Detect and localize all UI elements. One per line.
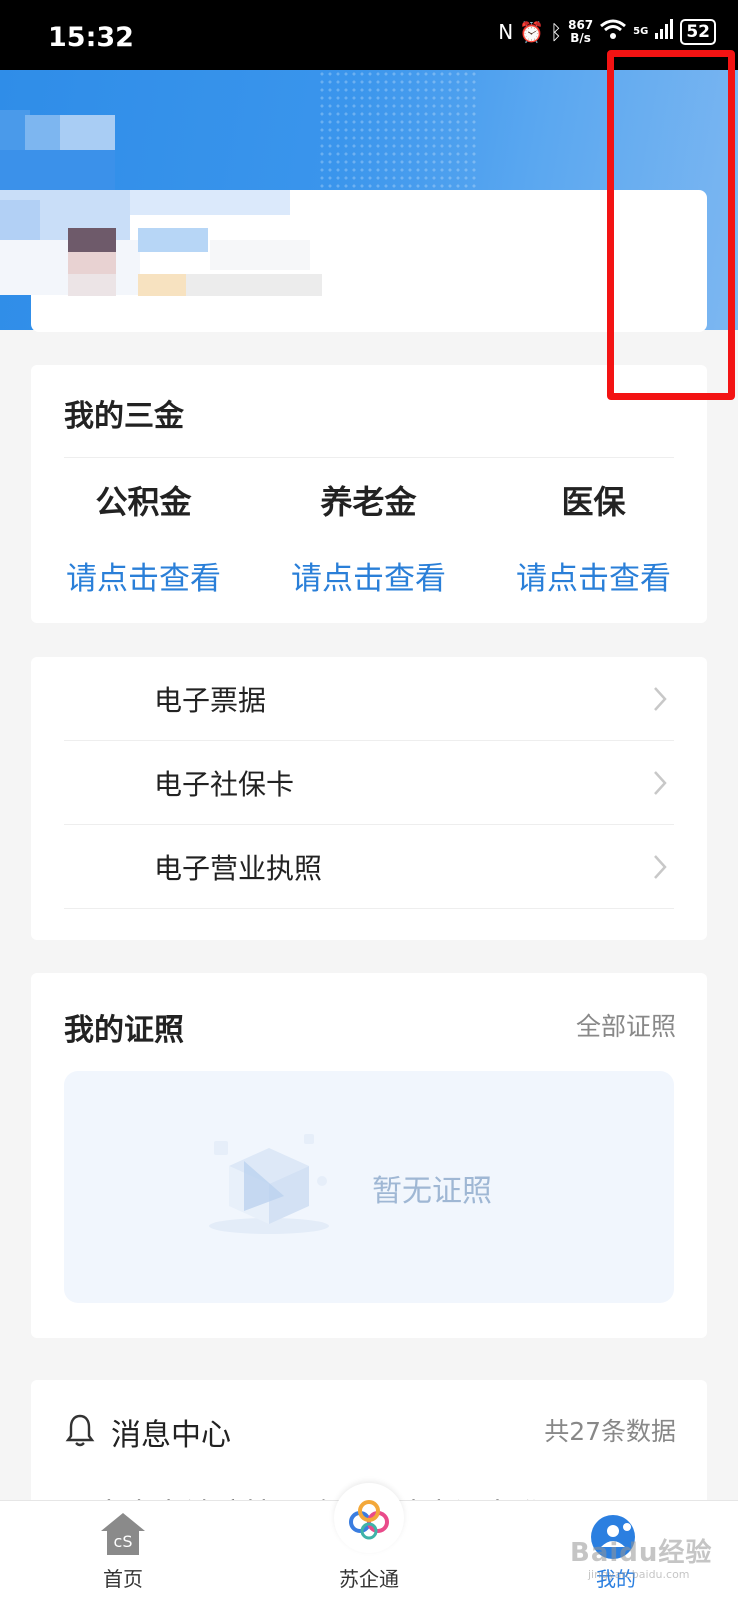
nfc-icon: N bbox=[498, 19, 514, 44]
username-mosaic bbox=[0, 110, 120, 190]
header-dot-pattern bbox=[318, 70, 478, 190]
three-gold-card: 我的三金 公积金 请点击查看 养老金 请点击查看 医保 请点击查看 bbox=[31, 365, 707, 623]
bluetooth-icon: ᛒ bbox=[550, 19, 563, 44]
menu-item-label: 电子票据 bbox=[154, 684, 267, 717]
message-count-link[interactable]: 共27条数据 bbox=[544, 1412, 676, 1448]
housing-fund-link[interactable]: 请点击查看 bbox=[31, 553, 256, 598]
alarm-icon: ⏰ bbox=[519, 19, 545, 44]
certificates-empty-state: 暂无证照 bbox=[64, 1071, 674, 1303]
empty-certificates-text: 暂无证照 bbox=[372, 1174, 492, 1209]
certificates-title: 我的证照 bbox=[64, 1013, 184, 1048]
menu-item-label: 电子社保卡 bbox=[154, 768, 295, 801]
menu-item-e-business-license[interactable]: 电子营业执照 bbox=[64, 825, 674, 909]
medical-insurance-item[interactable]: 医保 请点击查看 bbox=[481, 477, 706, 598]
services-card: 电子票据 电子社保卡 电子营业执照 bbox=[31, 657, 707, 940]
svg-text:cS: cS bbox=[114, 1532, 133, 1551]
status-time: 15:32 bbox=[48, 22, 134, 53]
certificates-card: 我的证照 全部证照 暂无证照 bbox=[31, 973, 707, 1338]
three-gold-title: 我的三金 bbox=[64, 399, 184, 434]
battery-indicator: 52 bbox=[680, 18, 716, 45]
menu-item-e-social-security-card[interactable]: 电子社保卡 bbox=[64, 741, 674, 825]
home-icon: cS bbox=[101, 1513, 145, 1555]
annotation-highlight-box bbox=[607, 50, 735, 400]
status-icons: N ⏰ ᛒ 867 B/s 5G 52 bbox=[498, 18, 716, 45]
menu-item-e-receipt[interactable]: 电子票据 bbox=[64, 657, 674, 741]
three-gold-divider bbox=[64, 457, 674, 458]
pension-label: 养老金 bbox=[320, 483, 417, 521]
bell-icon bbox=[65, 1414, 95, 1447]
housing-fund-label: 公积金 bbox=[95, 483, 192, 521]
nav-suqitong-label: 苏企通 bbox=[339, 1567, 399, 1591]
all-certificates-link[interactable]: 全部证照 bbox=[576, 1007, 676, 1043]
profile-mosaic bbox=[0, 180, 322, 300]
suqitong-logo-icon bbox=[342, 1493, 396, 1547]
pension-item[interactable]: 养老金 请点击查看 bbox=[256, 477, 481, 598]
nav-home-label: 首页 bbox=[103, 1567, 143, 1591]
empty-box-icon bbox=[209, 1134, 329, 1234]
medical-insurance-link[interactable]: 请点击查看 bbox=[481, 553, 706, 598]
pension-link[interactable]: 请点击查看 bbox=[256, 553, 481, 598]
chevron-right-icon bbox=[654, 687, 667, 711]
network-type: 5G bbox=[633, 26, 649, 37]
wifi-icon bbox=[599, 18, 627, 45]
net-speed: 867 B/s bbox=[568, 17, 594, 45]
chevron-right-icon bbox=[654, 855, 667, 879]
watermark: Baidu经验 bbox=[570, 1538, 713, 1568]
net-speed-unit: B/s bbox=[570, 30, 591, 45]
menu-item-label: 电子营业执照 bbox=[154, 852, 323, 885]
housing-fund-item[interactable]: 公积金 请点击查看 bbox=[31, 477, 256, 598]
net-speed-value: 867 bbox=[568, 17, 594, 32]
chevron-right-icon bbox=[654, 771, 667, 795]
message-center-title: 消息中心 bbox=[111, 1418, 231, 1453]
watermark-sub: jingyan.baidu.com bbox=[588, 1568, 690, 1581]
medical-insurance-label: 医保 bbox=[561, 483, 626, 521]
signal-icon bbox=[654, 19, 674, 44]
